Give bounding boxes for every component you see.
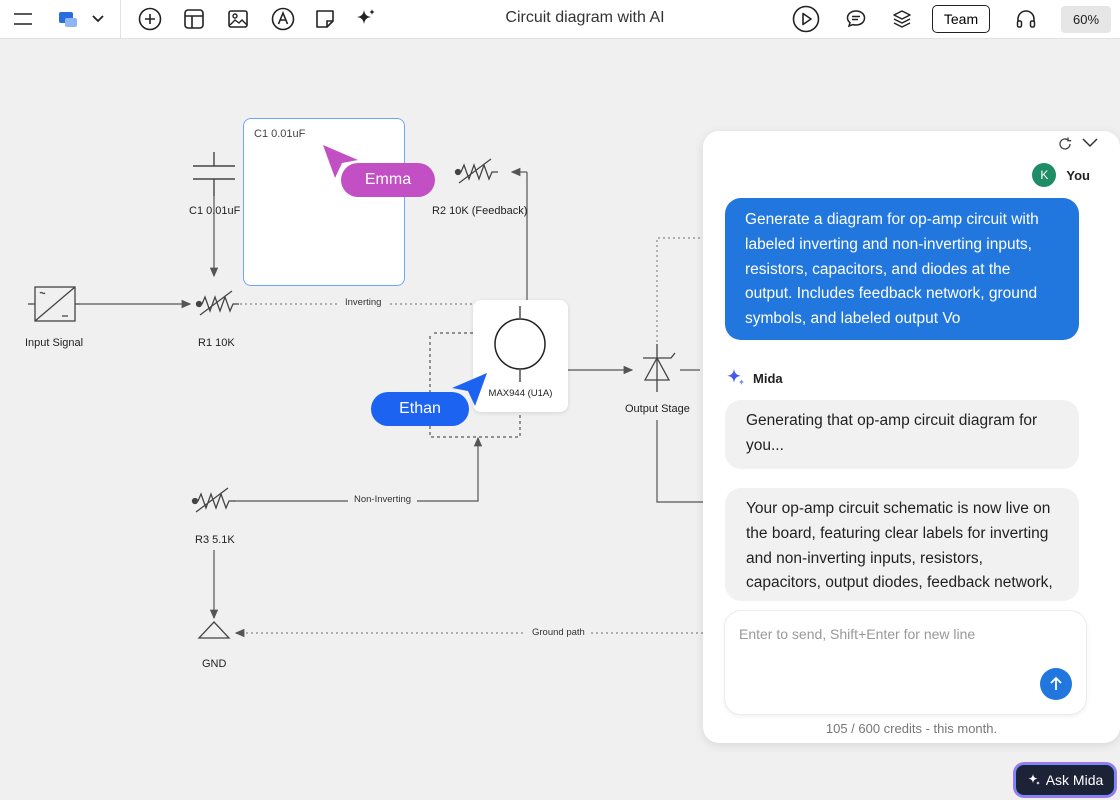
selected-shape-label: C1 0.01uF: [254, 128, 306, 140]
shapes-icon[interactable]: [55, 7, 81, 31]
comment-icon[interactable]: [843, 6, 869, 32]
template-icon[interactable]: [181, 6, 207, 32]
collapse-chevron-icon[interactable]: [1081, 135, 1101, 153]
user-header: K You: [1032, 163, 1090, 187]
assistant-name: Mida: [753, 370, 783, 386]
user-message: Generate a diagram for op-amp circuit wi…: [725, 198, 1079, 340]
assistant-message: Generating that op-amp circuit diagram f…: [725, 400, 1079, 469]
zoom-level[interactable]: 60%: [1061, 6, 1111, 33]
inverting-wire-label: Inverting: [339, 297, 388, 308]
non-inverting-wire-label: Non-Inverting: [348, 494, 418, 505]
layers-icon[interactable]: [889, 6, 915, 32]
user-avatar: K: [1032, 163, 1057, 187]
emma-cursor-tag: Emma: [341, 163, 435, 197]
refresh-icon[interactable]: [1056, 135, 1074, 153]
toolbar-divider: [120, 0, 121, 39]
chat-input-box: [725, 611, 1086, 714]
top-toolbar: Circuit diagram with AI Team 60%: [0, 0, 1120, 39]
play-icon[interactable]: [792, 5, 820, 33]
r2-label: R2 10K (Feedback): [432, 205, 528, 217]
text-icon[interactable]: [270, 6, 296, 32]
output-stage-label: Output Stage: [625, 403, 690, 415]
chevron-down-icon[interactable]: [88, 9, 108, 29]
assistant-header: Mida: [725, 367, 783, 389]
arrow-up-icon: [1050, 676, 1062, 690]
sticky-note-icon[interactable]: [312, 6, 338, 32]
chat-input[interactable]: [739, 623, 1039, 645]
team-button[interactable]: Team: [932, 5, 990, 33]
credits-text: 105 / 600 credits - this month.: [825, 721, 998, 736]
assistant-message: Your op-amp circuit schematic is now liv…: [725, 488, 1079, 601]
send-button[interactable]: [1040, 668, 1072, 700]
user-name: You: [1066, 167, 1090, 183]
input-signal-label: Input Signal: [25, 337, 84, 349]
ask-mida-label: Ask Mida: [1045, 772, 1104, 788]
ask-mida-button[interactable]: Ask Mida: [1016, 765, 1114, 795]
r1-label: R1 10K: [198, 337, 235, 349]
image-icon[interactable]: [225, 6, 251, 32]
c1-label: C1 0.01uF: [189, 205, 241, 217]
mida-sparkle-icon: [727, 369, 745, 385]
menu-icon[interactable]: [10, 7, 36, 31]
ai-chat-panel: K You Generate a diagram for op-amp circ…: [703, 131, 1120, 743]
ground-path-wire-label: Ground path: [526, 627, 591, 638]
add-icon[interactable]: [137, 6, 163, 32]
document-title[interactable]: Circuit diagram with AI: [470, 9, 700, 27]
sparkle-icon: [1028, 774, 1040, 785]
ethan-cursor-tag: Ethan: [371, 392, 469, 426]
sparkle-icon[interactable]: [353, 6, 379, 32]
r3-label: R3 5.1K: [195, 534, 235, 546]
gnd-label: GND: [202, 658, 227, 670]
headphones-icon[interactable]: [1013, 6, 1039, 32]
